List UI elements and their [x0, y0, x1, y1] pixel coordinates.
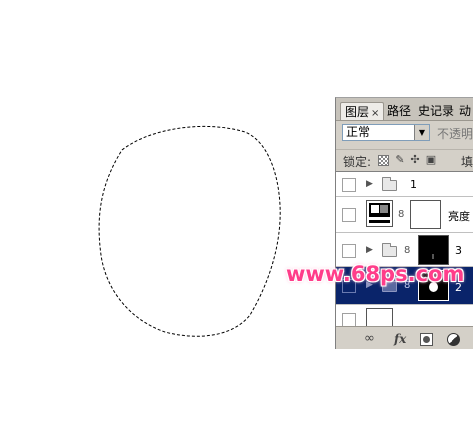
tab-paths[interactable]: 路径 [387, 102, 411, 120]
add-mask-icon[interactable] [420, 333, 433, 346]
lock-move-icon[interactable]: ✣ [409, 154, 421, 166]
folder-icon [382, 243, 397, 257]
fx-icon[interactable]: fx [394, 332, 406, 346]
layer-mask-thumbnail[interactable] [410, 200, 441, 229]
folder-icon [382, 177, 397, 191]
blend-mode-value: 正常 [346, 125, 371, 139]
layer-thumbnail [366, 308, 393, 327]
watermark: www.68ps.com [286, 262, 465, 286]
tab-layers-label: 图层 [345, 105, 370, 119]
visibility-toggle[interactable] [342, 244, 356, 258]
lock-label: 锁定: [343, 155, 372, 169]
adjustment-layer-icon[interactable] [447, 333, 460, 346]
layer-row[interactable] [336, 305, 473, 327]
visibility-toggle[interactable] [342, 178, 356, 192]
layer-mask-thumbnail[interactable] [418, 235, 449, 265]
expand-triangle-icon[interactable]: ▶ [366, 245, 373, 255]
panel-bottom-bar: ∞ fx [336, 326, 473, 349]
chain-link-icon[interactable]: 8 [404, 245, 410, 256]
tab-actions[interactable]: 动 [459, 102, 471, 120]
adjustment-layer-icon [366, 200, 393, 227]
layer-name: 1 [410, 178, 417, 191]
panel-tab-bar: 图层 × 路径 史记录 动 [336, 98, 473, 121]
lock-all-icon[interactable]: ▣ [425, 154, 437, 166]
close-icon[interactable]: × [371, 108, 379, 119]
visibility-toggle[interactable] [342, 313, 356, 327]
layer-name: 亮度 [448, 210, 470, 223]
lock-row: 锁定: ✎ ✣ ▣ 填 [336, 149, 473, 172]
fill-label: 填 [461, 155, 473, 169]
layers-panel: 图层 × 路径 史记录 动 正常 ▼ 不透明 锁定: ✎ ✣ ▣ 填 ▶ 1 8… [335, 97, 473, 349]
tab-history[interactable]: 史记录 [418, 102, 454, 120]
layer-row[interactable]: ▶ 1 [336, 172, 473, 197]
tab-layers[interactable]: 图层 × [340, 102, 385, 120]
blend-row: 正常 ▼ 不透明 [336, 121, 473, 145]
layers-list: ▶ 1 8 亮度 ▶ 8 3 ▶ 8 2 [336, 171, 473, 327]
layer-row[interactable]: 8 亮度 [336, 197, 473, 233]
opacity-label: 不透明 [437, 127, 473, 141]
blend-mode-select[interactable]: 正常 ▼ [342, 124, 430, 141]
link-layers-icon[interactable]: ∞ [364, 332, 375, 346]
expand-triangle-icon[interactable]: ▶ [366, 179, 373, 189]
chevron-down-icon[interactable]: ▼ [414, 125, 429, 140]
visibility-toggle[interactable] [342, 208, 356, 222]
lock-transparency-icon[interactable] [378, 155, 389, 166]
chain-link-icon[interactable]: 8 [398, 209, 404, 220]
layer-name: 3 [455, 244, 462, 257]
lock-brush-icon[interactable]: ✎ [394, 154, 406, 166]
